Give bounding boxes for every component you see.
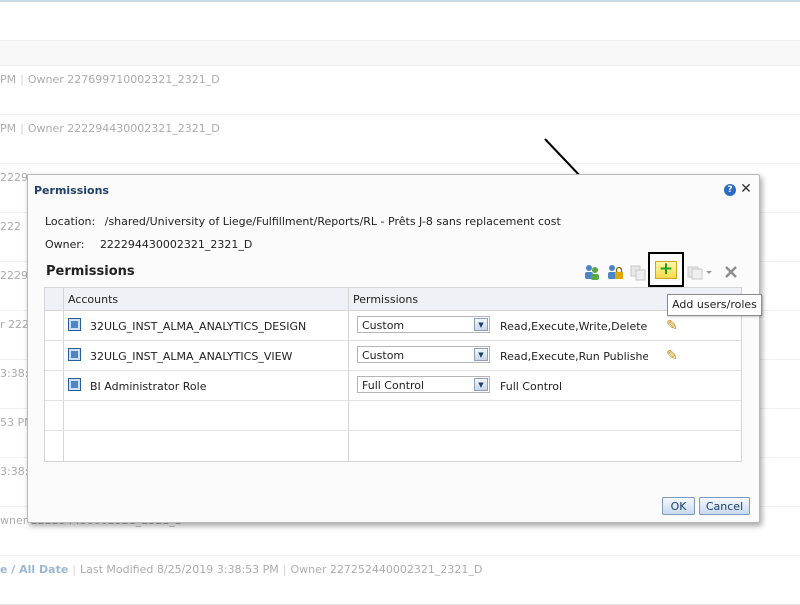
help-icon[interactable]: ?	[724, 184, 736, 196]
pencil-icon[interactable]: ✎	[664, 318, 680, 334]
paste-disabled-icon	[687, 266, 712, 280]
role-icon	[68, 348, 81, 361]
permission-detail: Read,Execute,Run Publishe...	[500, 350, 648, 363]
add-users-button[interactable]: +	[655, 259, 677, 279]
table-header: Accounts Permissions	[45, 288, 741, 311]
role-icon	[68, 378, 81, 391]
table-row: 32ULG_INST_ALMA_ANALYTICS_VIEW Custom ▼ …	[45, 341, 741, 371]
close-icon[interactable]: ✕	[739, 181, 753, 197]
chevron-down-icon[interactable]: ▼	[474, 318, 488, 331]
location-label: Location:	[45, 215, 96, 228]
permissions-heading: Permissions	[46, 264, 135, 279]
owner-label: Owner:	[45, 238, 85, 251]
permission-detail: Read,Execute,Write,Delete...	[500, 320, 648, 333]
account-name: BI Administrator Role	[90, 380, 207, 393]
permission-select-value: Custom	[362, 349, 405, 362]
table-row-empty	[45, 431, 741, 460]
account-name: 32ULG_INST_ALMA_ANALYTICS_DESIGN	[90, 320, 307, 333]
account-name: 32ULG_INST_ALMA_ANALYTICS_VIEW	[90, 350, 293, 363]
permissions-column-header: Permissions	[353, 293, 419, 306]
lock-users-icon[interactable]	[606, 263, 624, 281]
chevron-down-icon[interactable]: ▼	[474, 348, 488, 361]
ok-button[interactable]: OK	[662, 497, 695, 515]
table-row: 32ULG_INST_ALMA_ANALYTICS_DESIGN Custom …	[45, 311, 741, 341]
users-group-icon[interactable]	[583, 263, 601, 281]
permission-detail: Full Control	[500, 380, 563, 393]
permission-select-value: Custom	[362, 319, 405, 332]
table-row: BI Administrator Role Full Control ▼ Ful…	[45, 371, 741, 401]
owner-value: 222294430002321_2321_D	[99, 238, 253, 251]
role-icon	[68, 318, 81, 331]
add-users-highlight: +	[648, 252, 684, 287]
accounts-column-header: Accounts	[68, 293, 119, 306]
add-users-icon: +	[658, 259, 674, 279]
table-row-empty	[45, 401, 741, 431]
permission-select[interactable]: Custom ▼	[357, 316, 490, 333]
chevron-down-icon[interactable]: ▼	[474, 378, 488, 391]
permission-select[interactable]: Custom ▼	[357, 346, 490, 363]
cancel-button[interactable]: Cancel	[699, 497, 750, 515]
permission-select-value: Full Control	[362, 379, 425, 392]
location-value: /shared/University of Liege/Fulfillment/…	[104, 215, 561, 228]
location-row: Location: /shared/University of Liege/Fu…	[45, 215, 561, 228]
delete-icon[interactable]	[722, 263, 740, 281]
permission-select[interactable]: Full Control ▼	[357, 376, 490, 393]
permissions-table: Accounts Permissions 32ULG_INST_ALMA_ANA…	[44, 287, 742, 462]
owner-row: Owner: 222294430002321_2321_D	[45, 238, 252, 251]
dialog-title: Permissions	[34, 184, 109, 197]
copy-disabled-icon	[630, 265, 646, 281]
permissions-dialog: Permissions ? ✕ Location: /shared/Univer…	[27, 174, 760, 523]
add-users-tooltip: Add users/roles	[667, 294, 762, 316]
pencil-icon[interactable]: ✎	[664, 348, 680, 364]
